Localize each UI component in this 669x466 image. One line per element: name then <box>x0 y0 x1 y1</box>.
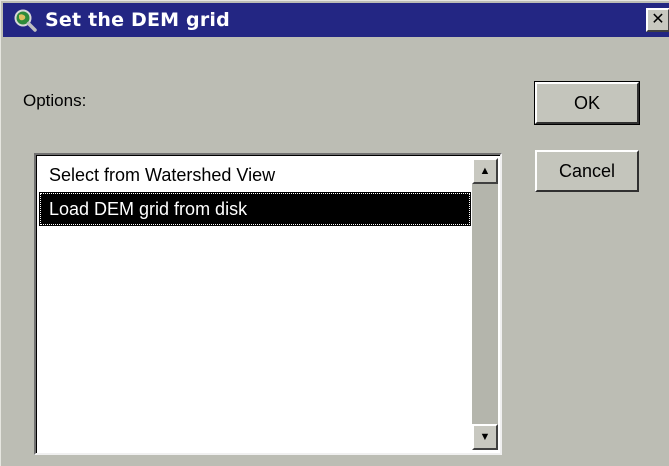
window-title: Set the DEM grid <box>45 9 230 31</box>
cancel-button-label: Cancel <box>558 160 616 181</box>
title-bar[interactable]: Set the DEM grid ✕ <box>3 3 669 37</box>
scroll-down-button[interactable]: ▼ <box>472 424 498 450</box>
scroll-up-button[interactable]: ▲ <box>472 158 498 184</box>
options-label: Options: <box>23 91 87 110</box>
vertical-scrollbar[interactable]: ▲ ▼ <box>472 158 498 450</box>
close-icon: ✕ <box>651 11 665 28</box>
options-listbox[interactable]: Select from Watershed View Load DEM grid… <box>34 153 502 455</box>
list-item-load-dem-grid-from-disk[interactable]: Load DEM grid from disk <box>39 192 471 226</box>
list-item-select-from-watershed-view[interactable]: Select from Watershed View <box>39 158 471 192</box>
arrow-up-icon: ▲ <box>479 165 491 177</box>
cancel-button[interactable]: Cancel <box>535 150 639 192</box>
ok-button[interactable]: OK <box>534 81 640 125</box>
magnifier-globe-icon <box>13 8 37 32</box>
ok-button-label: OK <box>573 92 600 113</box>
arrow-down-icon: ▼ <box>479 431 491 443</box>
close-button[interactable]: ✕ <box>646 8 669 32</box>
dialog-window: Set the DEM grid ✕ Options: Select from … <box>0 0 669 466</box>
